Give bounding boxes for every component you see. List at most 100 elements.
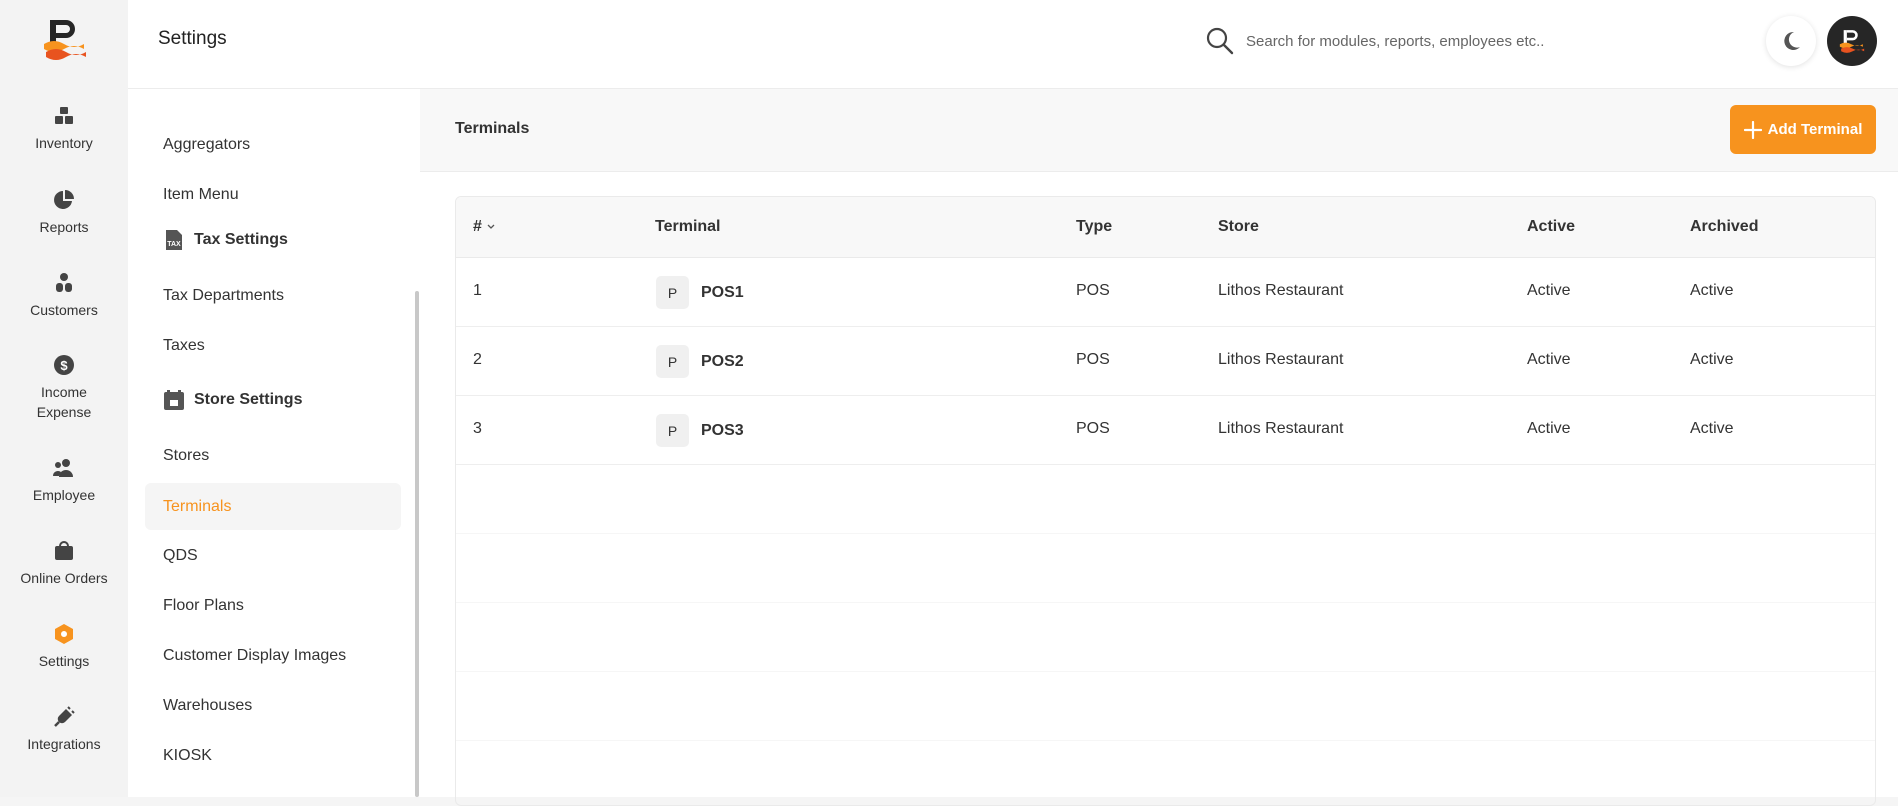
customers-icon bbox=[56, 273, 72, 292]
cell-terminal: P POS1 bbox=[656, 276, 744, 309]
nav-label: Settings bbox=[38, 653, 90, 669]
column-header-terminal[interactable]: Terminal bbox=[655, 218, 721, 236]
submenu-item-qds[interactable]: QDS bbox=[163, 547, 198, 565]
nav-label: Integrations bbox=[27, 736, 101, 752]
column-header-archived[interactable]: Archived bbox=[1690, 218, 1758, 236]
nav-label: Online Orders bbox=[20, 570, 108, 586]
empty-table-row bbox=[456, 534, 1875, 603]
cell-store: Lithos Restaurant bbox=[1218, 420, 1344, 437]
empty-table-row bbox=[456, 603, 1875, 672]
column-header-active[interactable]: Active bbox=[1527, 218, 1575, 236]
top-header: Settings bbox=[128, 0, 1898, 89]
submenu-item-kiosk[interactable]: KIOSK bbox=[163, 747, 212, 765]
section-title: Terminals bbox=[455, 120, 530, 137]
avatar[interactable] bbox=[1827, 16, 1877, 66]
cell-type: POS bbox=[1076, 351, 1110, 368]
add-terminal-button[interactable]: Add Terminal bbox=[1730, 105, 1876, 154]
nav-label: Customers bbox=[30, 302, 98, 318]
add-terminal-label: Add Terminal bbox=[1767, 121, 1863, 138]
terminal-name[interactable]: POS2 bbox=[701, 353, 744, 371]
cell-number: 3 bbox=[473, 420, 482, 437]
nav-label: Income Expense bbox=[36, 384, 92, 420]
submenu-heading-store-settings: Store Settings bbox=[163, 389, 302, 411]
nav-label: Reports bbox=[39, 219, 89, 235]
submenu-heading-label: Store Settings bbox=[194, 391, 303, 408]
content-header: Terminals Add Terminal bbox=[420, 89, 1898, 172]
store-icon bbox=[164, 390, 184, 410]
brand-logo-icon bbox=[1839, 30, 1865, 53]
submenu-item-customer-display-images[interactable]: Customer Display Images bbox=[163, 647, 346, 665]
svg-text:$: $ bbox=[60, 358, 68, 373]
plug-icon bbox=[54, 706, 75, 727]
submenu-item-taxes[interactable]: Taxes bbox=[163, 337, 205, 355]
nav-settings[interactable]: Settings bbox=[0, 622, 128, 671]
moon-icon bbox=[1784, 31, 1800, 50]
nav-customers[interactable]: Customers bbox=[0, 271, 128, 320]
submenu-scrollbar[interactable] bbox=[415, 291, 419, 797]
nav-label: Inventory bbox=[35, 135, 93, 151]
terminal-name[interactable]: POS1 bbox=[701, 284, 744, 302]
table-header: # Terminal Type Store Active Archived bbox=[456, 197, 1875, 258]
nav-income-expense[interactable]: $ Income Expense bbox=[0, 353, 128, 422]
terminal-badge: P bbox=[656, 345, 689, 378]
search-icon bbox=[1206, 27, 1234, 55]
main-nav-rail: Inventory Reports Customers $ Income Exp… bbox=[0, 0, 128, 797]
nav-integrations[interactable]: Integrations bbox=[0, 705, 128, 754]
shopping-bag-icon bbox=[55, 541, 73, 560]
submenu-heading-label: Tax Settings bbox=[194, 231, 288, 248]
dollar-circle-icon: $ bbox=[54, 355, 74, 375]
cell-archived: Active bbox=[1690, 420, 1734, 437]
employees-icon bbox=[53, 459, 73, 477]
search-input[interactable] bbox=[1246, 24, 1666, 58]
submenu-heading-tax-settings: TAX Tax Settings bbox=[163, 229, 288, 251]
cell-active: Active bbox=[1527, 282, 1571, 299]
submenu-item-terminals[interactable]: Terminals bbox=[145, 483, 401, 530]
terminal-badge: P bbox=[656, 276, 689, 309]
table-row[interactable]: 2 P POS2 POS Lithos Restaurant Active Ac… bbox=[456, 327, 1875, 396]
submenu-item-item-menu[interactable]: Item Menu bbox=[163, 186, 239, 204]
plus-icon bbox=[1743, 120, 1762, 139]
column-header-store[interactable]: Store bbox=[1218, 218, 1259, 236]
terminal-name[interactable]: POS3 bbox=[701, 422, 744, 440]
cell-type: POS bbox=[1076, 420, 1110, 437]
cell-store: Lithos Restaurant bbox=[1218, 282, 1344, 299]
nav-reports[interactable]: Reports bbox=[0, 188, 128, 237]
submenu-item-tax-departments[interactable]: Tax Departments bbox=[163, 287, 284, 305]
tax-icon: TAX bbox=[166, 230, 182, 250]
empty-table-row bbox=[456, 672, 1875, 741]
cell-terminal: P POS2 bbox=[656, 345, 744, 378]
settings-submenu: Aggregators Item Menu TAX Tax Settings T… bbox=[128, 89, 420, 797]
nav-label: Employee bbox=[32, 487, 96, 503]
theme-toggle-button[interactable] bbox=[1766, 16, 1816, 66]
page-title: Settings bbox=[158, 28, 227, 49]
cell-archived: Active bbox=[1690, 282, 1734, 299]
svg-text:TAX: TAX bbox=[167, 241, 181, 248]
column-header-number[interactable]: # bbox=[473, 218, 496, 236]
nav-employee[interactable]: Employee bbox=[0, 456, 128, 505]
table-row[interactable]: 1 P POS1 POS Lithos Restaurant Active Ac… bbox=[456, 258, 1875, 327]
pie-chart-icon bbox=[54, 190, 74, 209]
cell-active: Active bbox=[1527, 420, 1571, 437]
terminal-badge: P bbox=[656, 414, 689, 447]
terminals-table: # Terminal Type Store Active Archived 1 … bbox=[455, 196, 1876, 806]
submenu-item-stores[interactable]: Stores bbox=[163, 447, 209, 465]
settings-hexagon-icon bbox=[55, 624, 73, 644]
boxes-icon bbox=[55, 107, 73, 124]
empty-table-row bbox=[456, 465, 1875, 534]
cell-store: Lithos Restaurant bbox=[1218, 351, 1344, 368]
cell-archived: Active bbox=[1690, 351, 1734, 368]
submenu-item-aggregators[interactable]: Aggregators bbox=[163, 136, 250, 154]
cell-terminal: P POS3 bbox=[656, 414, 744, 447]
nav-inventory[interactable]: Inventory bbox=[0, 104, 128, 153]
nav-online-orders[interactable]: Online Orders bbox=[0, 539, 128, 588]
column-header-type[interactable]: Type bbox=[1076, 218, 1112, 236]
cell-active: Active bbox=[1527, 351, 1571, 368]
submenu-item-floor-plans[interactable]: Floor Plans bbox=[163, 597, 244, 615]
table-row[interactable]: 3 P POS3 POS Lithos Restaurant Active Ac… bbox=[456, 396, 1875, 465]
main-content: Terminals Add Terminal # Terminal Type S… bbox=[420, 89, 1898, 806]
cell-type: POS bbox=[1076, 282, 1110, 299]
brand-logo[interactable] bbox=[40, 14, 90, 64]
cell-number: 1 bbox=[473, 282, 482, 299]
submenu-item-warehouses[interactable]: Warehouses bbox=[163, 697, 252, 715]
cell-number: 2 bbox=[473, 351, 482, 368]
